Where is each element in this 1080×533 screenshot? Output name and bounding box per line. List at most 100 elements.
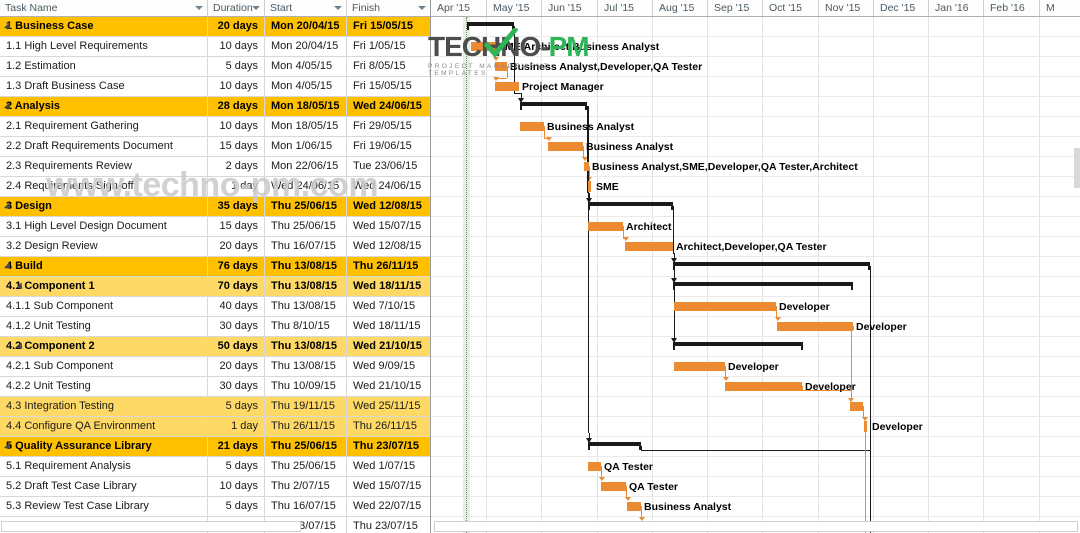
table-row[interactable]: 2.1 Requirement Gathering 10 days Mon 18/0…: [0, 117, 430, 137]
row-separator: [431, 136, 1080, 137]
task-name-cell: 4.2.2 Unit Testing: [0, 377, 208, 396]
table-row[interactable]: 4.1.1 Sub Component 40 days Thu 13/08/15 We…: [0, 297, 430, 317]
chevron-down-icon[interactable]: [418, 6, 426, 10]
table-row[interactable]: 3.2 Design Review 20 days Thu 16/07/15 Wed …: [0, 237, 430, 257]
task-bar[interactable]: [850, 402, 863, 411]
table-row[interactable]: 4.1 Component 1 70 days Thu 13/08/15 Wed 18…: [0, 277, 430, 297]
milestone-marker[interactable]: [864, 421, 867, 432]
table-row[interactable]: 4.1.2 Unit Testing 30 days Thu 8/10/15 Wed …: [0, 317, 430, 337]
dependency-arrow: [493, 77, 499, 81]
row-separator: [431, 456, 1080, 457]
summary-bar[interactable]: [588, 442, 641, 446]
vertical-scrollbar-thumb[interactable]: [1074, 148, 1080, 188]
task-bar[interactable]: [674, 302, 776, 311]
column-header-start[interactable]: Start: [265, 0, 347, 16]
finish-date-cell: Fri 15/05/15: [353, 20, 413, 32]
finish-date-cell: Wed 22/07/15: [353, 500, 422, 512]
table-row[interactable]: 3.1 High Level Design Document 15 days Thu…: [0, 217, 430, 237]
task-bar[interactable]: [548, 142, 583, 151]
column-header-duration[interactable]: Duration: [208, 0, 265, 16]
duration-cell: 10 days: [208, 117, 265, 136]
table-row[interactable]: 5 Quality Assurance Library 21 days Thu 25…: [0, 437, 430, 457]
finish-date-cell: Fri 19/06/15: [353, 140, 412, 152]
table-row[interactable]: 5.2 Draft Test Case Library 10 days Thu 2/…: [0, 477, 430, 497]
bar-resource-label: Business Analyst: [586, 141, 674, 153]
horizontal-scrollbar-chart[interactable]: [434, 521, 1078, 532]
scrollbar-thumb[interactable]: [765, 522, 1075, 531]
table-row[interactable]: 2.3 Requirements Review 2 days Mon 22/06/1…: [0, 157, 430, 177]
table-row[interactable]: 4.3 Integration Testing 5 days Thu 19/11/1…: [0, 397, 430, 417]
table-row[interactable]: 4.2.1 Sub Component 20 days Thu 13/08/15 We…: [0, 357, 430, 377]
column-header-task-name[interactable]: Task Name: [0, 0, 208, 16]
horizontal-scrollbar-table[interactable]: [1, 521, 301, 532]
task-name-label: 1.2 Estimation: [6, 60, 76, 72]
scrollbar-thumb[interactable]: [2, 522, 300, 531]
chevron-down-icon[interactable]: [195, 6, 203, 10]
table-row[interactable]: 4 Build 76 days Thu 13/08/15 Thu 26/11/15: [0, 257, 430, 277]
row-separator: [431, 296, 1080, 297]
duration-cell: 5 days: [208, 457, 265, 476]
milestone-marker[interactable]: [588, 181, 591, 192]
duration-cell: 10 days: [208, 477, 265, 496]
task-bar[interactable]: [625, 242, 673, 251]
table-row[interactable]: 1.1 High Level Requirements 10 days Mon 20…: [0, 37, 430, 57]
table-row[interactable]: 2.4 Requirements Sign-off 1 day Wed 24/06/…: [0, 177, 430, 197]
start-date-cell: Mon 22/06/15: [265, 157, 347, 176]
timeline-month-label: Aug '15: [652, 0, 694, 16]
task-bar[interactable]: [584, 162, 589, 171]
table-row[interactable]: 1 Business Case 20 days Mon 20/04/15 Fri 15…: [0, 17, 430, 37]
table-header-row: Task Name Duration Start Finish: [0, 0, 430, 17]
task-name-cell: 5.3 Review Test Case Library: [0, 497, 208, 516]
table-row[interactable]: 2.2 Draft Requirements Document 15 days Mo…: [0, 137, 430, 157]
table-row[interactable]: 4.4 Configure QA Environment 1 day Thu 26/…: [0, 417, 430, 437]
task-bar[interactable]: [777, 322, 853, 331]
summary-bar[interactable]: [673, 262, 870, 266]
row-separator: [431, 516, 1080, 517]
gantt-plot-area[interactable]: SME,Architect,Business Analyst Business A…: [431, 17, 1080, 533]
table-row[interactable]: 5.3 Review Test Case Library 5 days Thu 16…: [0, 497, 430, 517]
summary-bar-cap: [851, 282, 853, 290]
task-bar[interactable]: [627, 502, 641, 511]
table-row[interactable]: 5.1 Requirement Analysis 5 days Thu 25/06/…: [0, 457, 430, 477]
chevron-down-icon[interactable]: [334, 6, 342, 10]
table-row[interactable]: 2 Analysis 28 days Mon 18/05/15 Wed 24/06/1…: [0, 97, 430, 117]
summary-bar[interactable]: [673, 282, 853, 286]
summary-dependency-link: [673, 206, 674, 253]
bar-resource-label: Business Analyst,SME,Developer,QA Tester…: [592, 161, 858, 173]
table-row[interactable]: 4.2 Component 2 50 days Thu 13/08/15 Wed 21…: [0, 337, 430, 357]
summary-bar[interactable]: [467, 22, 514, 26]
summary-dependency-link: [514, 93, 521, 94]
task-name-label: 2 Analysis: [6, 100, 61, 112]
today-line: [466, 17, 467, 533]
row-separator: [431, 156, 1080, 157]
bar-resource-label: Developer: [805, 381, 856, 393]
table-row[interactable]: 4.2.2 Unit Testing 30 days Thu 10/09/15 Wed…: [0, 377, 430, 397]
row-separator: [431, 396, 1080, 397]
task-bar[interactable]: [588, 222, 623, 231]
task-bar[interactable]: [520, 122, 544, 131]
task-name-cell: 3.2 Design Review: [0, 237, 208, 256]
task-bar[interactable]: [588, 462, 601, 471]
chevron-down-icon[interactable]: [252, 6, 260, 10]
task-name-label: 2.4 Requirements Sign-off: [6, 180, 134, 192]
duration-cell: 21 days: [208, 437, 265, 456]
summary-bar[interactable]: [520, 102, 587, 106]
start-date-cell: Thu 26/11/15: [265, 417, 347, 436]
table-row[interactable]: 3 Design 35 days Thu 25/06/15 Wed 12/08/15: [0, 197, 430, 217]
task-bar[interactable]: [725, 382, 802, 391]
finish-date-cell: Fri 1/05/15: [353, 40, 406, 52]
task-bar[interactable]: [495, 82, 519, 91]
summary-bar[interactable]: [673, 342, 803, 346]
column-header-duration-label: Duration: [213, 2, 253, 14]
summary-bar[interactable]: [588, 202, 673, 206]
task-name-label: 4.4 Configure QA Environment: [6, 420, 156, 432]
start-date-cell: Thu 8/10/15: [265, 317, 347, 336]
column-header-finish[interactable]: Finish: [347, 0, 430, 16]
task-name-cell: 2.1 Requirement Gathering: [0, 117, 208, 136]
task-bar[interactable]: [601, 482, 626, 491]
task-bar[interactable]: [674, 362, 725, 371]
start-date-cell: Thu 25/06/15: [265, 457, 347, 476]
table-row[interactable]: 1.3 Draft Business Case 10 days Mon 4/05/1…: [0, 77, 430, 97]
table-row[interactable]: 1.2 Estimation 5 days Mon 4/05/15 Fri 8/05/…: [0, 57, 430, 77]
summary-bar-cap: [585, 102, 587, 110]
